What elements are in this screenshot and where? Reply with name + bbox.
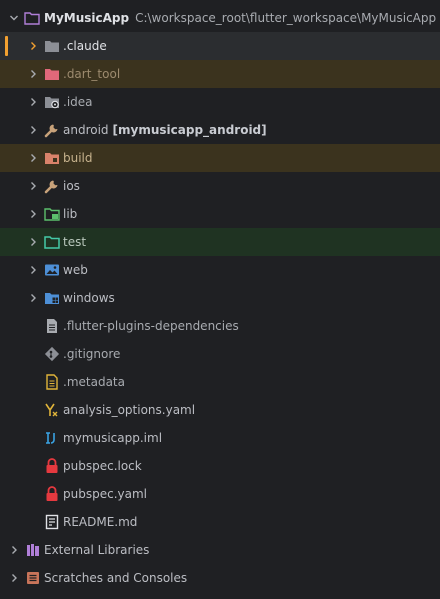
android-module-name: [mymusicapp_android] [112, 123, 267, 137]
project-title: MyMusicApp C:\workspace_root\flutter_work… [44, 4, 436, 32]
file-label-readme: README.md [63, 515, 138, 529]
chevron-right-icon[interactable] [8, 572, 20, 584]
lock-icon [44, 458, 60, 474]
folder-label-dart-tool: .dart_tool [63, 67, 121, 81]
file-label-iml: mymusicapp.iml [63, 431, 163, 445]
source-folder-icon [44, 206, 60, 222]
tree-row-android[interactable]: android [mymusicapp_android] [0, 116, 440, 144]
project-tree: MyMusicApp C:\workspace_root\flutter_work… [0, 4, 440, 592]
external-libraries-label: External Libraries [44, 543, 150, 557]
folder-label-web: web [63, 263, 88, 277]
tree-row-readme[interactable]: README.md [0, 508, 440, 536]
excluded-folder-icon [44, 66, 60, 82]
file-label-flutter-plugins: .flutter-plugins-dependencies [63, 319, 239, 333]
chevron-right-icon[interactable] [8, 544, 20, 556]
chevron-right-icon[interactable] [27, 96, 39, 108]
image-folder-icon [44, 262, 60, 278]
yaml-file-icon [44, 402, 60, 418]
tree-row-idea[interactable]: .idea [0, 88, 440, 116]
tree-row-ios[interactable]: ios [0, 172, 440, 200]
tree-row-claude[interactable]: .claude [0, 32, 440, 60]
chevron-right-icon[interactable] [27, 180, 39, 192]
wrench-icon [44, 122, 60, 138]
tree-row-web[interactable]: web [0, 256, 440, 284]
file-label-analysis-options: analysis_options.yaml [63, 403, 196, 417]
folder-label-windows: windows [63, 291, 115, 305]
folder-label-lib: lib [63, 207, 78, 221]
folder-label-build: build [63, 151, 93, 165]
chevron-right-icon[interactable] [27, 152, 39, 164]
chevron-right-icon[interactable] [27, 208, 39, 220]
tree-row-dart-tool[interactable]: .dart_tool [0, 60, 440, 88]
tree-row-build[interactable]: build [0, 144, 440, 172]
metadata-file-icon [44, 374, 60, 390]
project-name: MyMusicApp [44, 11, 130, 25]
module-icon [24, 10, 40, 26]
chevron-right-icon[interactable] [27, 264, 39, 276]
file-label-gitignore: .gitignore [63, 347, 121, 361]
folder-label-android: android [mymusicapp_android] [63, 116, 267, 144]
folder-label-idea: .idea [63, 95, 93, 109]
folder-label-claude: .claude [63, 39, 107, 53]
excluded-folder-icon [44, 150, 60, 166]
tree-row-test[interactable]: test [0, 228, 440, 256]
scratches-icon [25, 570, 41, 586]
wrench-icon [44, 178, 60, 194]
tree-row-metadata[interactable]: .metadata [0, 368, 440, 396]
chevron-down-icon[interactable] [8, 12, 20, 24]
tree-row-windows[interactable]: windows [0, 284, 440, 312]
file-label-pubspec-lock: pubspec.lock [63, 459, 142, 473]
file-icon [44, 318, 60, 334]
android-folder-name: android [63, 123, 109, 137]
chevron-right-icon[interactable] [27, 124, 39, 136]
markdown-file-icon [44, 514, 60, 530]
tree-row-analysis-options[interactable]: analysis_options.yaml [0, 396, 440, 424]
windows-folder-icon [44, 290, 60, 306]
folder-label-test: test [63, 235, 87, 249]
file-label-pubspec-yaml: pubspec.yaml [63, 487, 147, 501]
tree-row-pubspec-lock[interactable]: pubspec.lock [0, 452, 440, 480]
chevron-right-icon[interactable] [27, 236, 39, 248]
tree-row-external-libraries[interactable]: External Libraries [0, 536, 440, 564]
focus-marker [5, 36, 8, 56]
tree-row-iml[interactable]: mymusicapp.iml [0, 424, 440, 452]
lock-icon [44, 486, 60, 502]
tree-row-scratches[interactable]: Scratches and Consoles [0, 564, 440, 592]
config-folder-icon [44, 94, 60, 110]
tree-row-flutter-plugins[interactable]: .flutter-plugins-dependencies [0, 312, 440, 340]
tree-row-lib[interactable]: lib [0, 200, 440, 228]
folder-icon [44, 38, 60, 54]
scratches-label: Scratches and Consoles [44, 571, 188, 585]
folder-label-ios: ios [63, 179, 80, 193]
tree-row-project-root[interactable]: MyMusicApp C:\workspace_root\flutter_work… [0, 4, 440, 32]
iml-file-icon [44, 430, 60, 446]
chevron-right-icon[interactable] [27, 40, 39, 52]
project-path: C:\workspace_root\flutter_workspace\MyMu… [135, 11, 437, 25]
file-label-metadata: .metadata [63, 375, 125, 389]
chevron-right-icon[interactable] [27, 292, 39, 304]
chevron-right-icon[interactable] [27, 68, 39, 80]
library-icon [25, 542, 41, 558]
tree-row-gitignore[interactable]: .gitignore [0, 340, 440, 368]
test-folder-icon [44, 234, 60, 250]
git-icon [44, 346, 60, 362]
tree-row-pubspec-yaml[interactable]: pubspec.yaml [0, 480, 440, 508]
